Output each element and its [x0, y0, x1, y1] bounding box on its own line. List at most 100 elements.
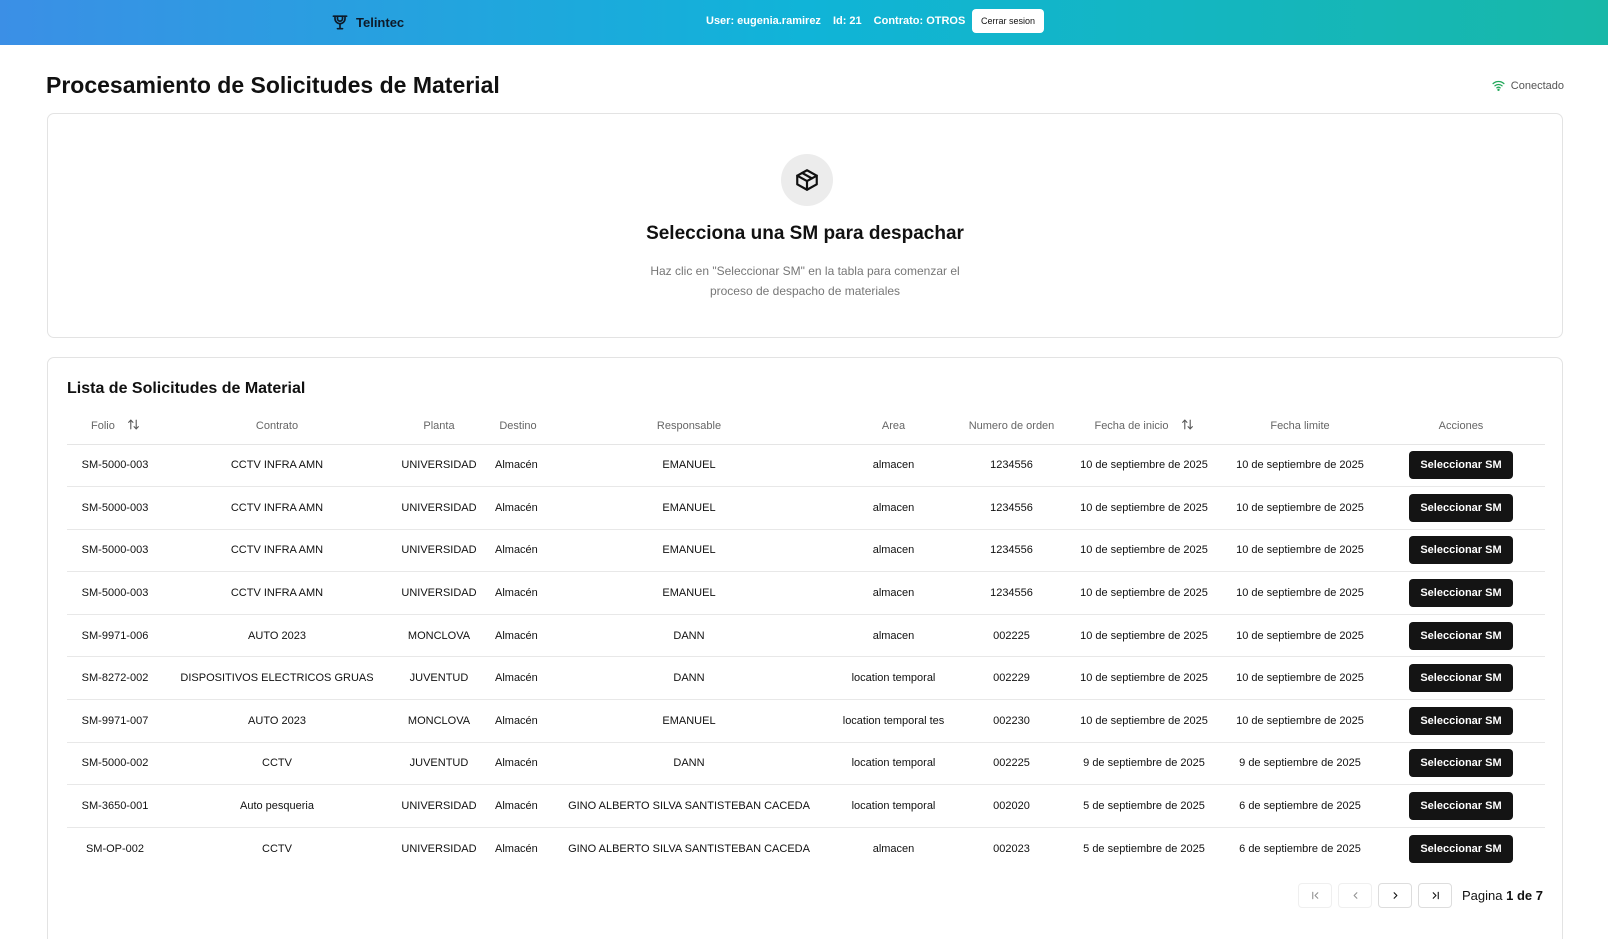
select-sm-button[interactable]: Seleccionar SM [1409, 536, 1513, 565]
chevrons-first-icon [1310, 890, 1321, 901]
cell-planta: UNIVERSIDAD [391, 784, 487, 828]
cell-responsable: EMANUEL [549, 486, 829, 530]
chevrons-last-icon [1430, 890, 1441, 901]
cell-area: almacen [872, 842, 915, 855]
cell-destino: Almacén [487, 444, 549, 488]
last-page-button[interactable] [1418, 883, 1452, 908]
select-sm-button[interactable]: Seleccionar SM [1409, 706, 1513, 735]
cell-planta: UNIVERSIDAD [391, 529, 487, 573]
cell-acciones: Seleccionar SM [1377, 444, 1545, 488]
cell-folio: SM-5000-003 [67, 571, 163, 615]
cell-folio: SM-5000-003 [67, 486, 163, 530]
select-sm-button[interactable]: Seleccionar SM [1409, 664, 1513, 693]
column-fecha-inicio-label: Fecha de inicio [1094, 419, 1169, 432]
cell-contrato: Auto pesqueria [163, 784, 391, 828]
cell-inicio: 10 de septiembre de 2025 [1065, 486, 1223, 530]
cell-acciones: Seleccionar SM [1377, 827, 1545, 870]
select-sm-button[interactable]: Seleccionar SM [1409, 579, 1513, 608]
column-planta: Planta [391, 408, 487, 445]
dispatch-empty-state: Selecciona una SM para despachar Haz cli… [47, 113, 1563, 338]
first-page-button[interactable] [1298, 883, 1332, 908]
cell-responsable: EMANUEL [549, 699, 829, 743]
cell-orden: 002230 [958, 699, 1065, 743]
cell-limite: 10 de septiembre de 2025 [1223, 656, 1377, 701]
cell-orden: 1234556 [958, 571, 1065, 615]
previous-page-button[interactable] [1338, 883, 1372, 908]
cell-folio: SM-3650-001 [67, 784, 163, 828]
column-fecha-inicio[interactable]: Fecha de inicio [1065, 408, 1223, 445]
cell-contrato: CCTV INFRA AMN [163, 571, 391, 615]
column-fecha-limite: Fecha limite [1223, 408, 1377, 445]
select-sm-button[interactable]: Seleccionar SM [1409, 451, 1513, 480]
select-sm-button[interactable]: Seleccionar SM [1409, 749, 1513, 778]
cell-planta: JUVENTUD [391, 742, 487, 786]
sort-arrows-icon[interactable] [127, 418, 140, 434]
cell-limite: 10 de septiembre de 2025 [1223, 486, 1377, 530]
column-acciones: Acciones [1377, 408, 1545, 445]
cell-inicio: 5 de septiembre de 2025 [1065, 784, 1223, 828]
table-row: SM-3650-001 Auto pesqueria UNIVERSIDAD Alma… [67, 784, 1545, 828]
table-row: SM-9971-007 AUTO 2023 MONCLOVA Almacén EMANU… [67, 699, 1545, 743]
cell-contrato: AUTO 2023 [163, 614, 391, 658]
cell-destino: Almacén [495, 842, 538, 855]
column-contrato: Contrato [163, 408, 391, 445]
page-prefix: Pagina [1462, 888, 1503, 903]
empty-state-description: Haz clic en "Seleccionar SM" en la tabla… [48, 261, 1562, 301]
cell-planta: MONCLOVA [391, 614, 487, 658]
cell-destino: Almacén [487, 699, 549, 743]
brand[interactable]: Telintec [330, 12, 404, 32]
cell-destino: Almacén [487, 784, 549, 828]
column-responsable: Responsable [549, 408, 829, 445]
cell-planta: UNIVERSIDAD [391, 444, 487, 488]
cell-acciones: Seleccionar SM [1377, 614, 1545, 658]
table-row: SM-5000-003 CCTV INFRA AMN UNIVERSIDAD Alma… [67, 444, 1545, 488]
sort-arrows-icon[interactable] [1181, 418, 1194, 434]
cell-orden: 002225 [958, 742, 1065, 786]
cell-responsable: EMANUEL [549, 444, 829, 488]
list-title: Lista de Solicitudes de Material [67, 380, 306, 397]
cell-contrato: CCTV INFRA AMN [163, 444, 391, 488]
pagination: Pagina 1 de 7 [1298, 883, 1543, 908]
cell-limite: 6 de septiembre de 2025 [1239, 842, 1361, 855]
cell-inicio: 9 de septiembre de 2025 [1065, 742, 1223, 786]
chevron-right-icon [1390, 890, 1401, 901]
select-sm-button[interactable]: Seleccionar SM [1409, 621, 1513, 650]
cell-responsable: DANN [549, 742, 829, 786]
next-page-button[interactable] [1378, 883, 1412, 908]
cell-limite: 9 de septiembre de 2025 [1223, 742, 1377, 786]
logout-button[interactable]: Cerrar sesion [972, 9, 1045, 33]
broadcast-tower-icon [330, 12, 350, 32]
select-sm-button[interactable]: Seleccionar SM [1409, 834, 1513, 863]
cell-inicio: 10 de septiembre de 2025 [1065, 614, 1223, 658]
cell-responsable: DANN [549, 656, 829, 701]
column-area: Area [829, 408, 958, 445]
page-separator: de [1516, 888, 1533, 903]
cell-contrato: CCTV [163, 742, 391, 786]
cell-area: almacen [829, 529, 958, 573]
cell-acciones: Seleccionar SM [1377, 742, 1545, 786]
brand-name: Telintec [356, 14, 405, 30]
cell-folio: SM-5000-003 [67, 444, 163, 488]
empty-state-title: Selecciona una SM para despachar [646, 223, 964, 244]
cell-responsable: GINO ALBERTO SILVA SANTISTEBAN CACEDA [568, 842, 810, 855]
select-sm-button[interactable]: Seleccionar SM [1409, 493, 1513, 522]
cell-inicio: 10 de septiembre de 2025 [1065, 699, 1223, 743]
cell-destino: Almacén [487, 529, 549, 573]
column-folio[interactable]: Folio [67, 408, 163, 445]
cell-area: almacen [829, 444, 958, 488]
cell-responsable: GINO ALBERTO SILVA SANTISTEBAN CACEDA [549, 784, 829, 828]
select-sm-button[interactable]: Seleccionar SM [1409, 792, 1513, 821]
cell-orden: 1234556 [958, 486, 1065, 530]
cell-inicio: 10 de septiembre de 2025 [1065, 444, 1223, 488]
requests-table: Folio Contrato Planta Destino Responsabl… [67, 408, 1545, 870]
cell-responsable: EMANUEL [549, 571, 829, 615]
column-destino: Destino [487, 408, 549, 445]
column-numero-orden: Numero de orden [958, 408, 1065, 445]
cell-acciones: Seleccionar SM [1377, 656, 1545, 701]
requests-list-card: Lista de Solicitudes de Material Folio C… [47, 357, 1563, 939]
chevron-left-icon [1350, 890, 1361, 901]
user-id-label: Id: 21 [832, 15, 862, 27]
cell-folio: SM-5000-003 [67, 529, 163, 573]
page-title: Procesamiento de Solicitudes de Material [46, 72, 500, 98]
cell-orden: 002229 [958, 656, 1065, 701]
